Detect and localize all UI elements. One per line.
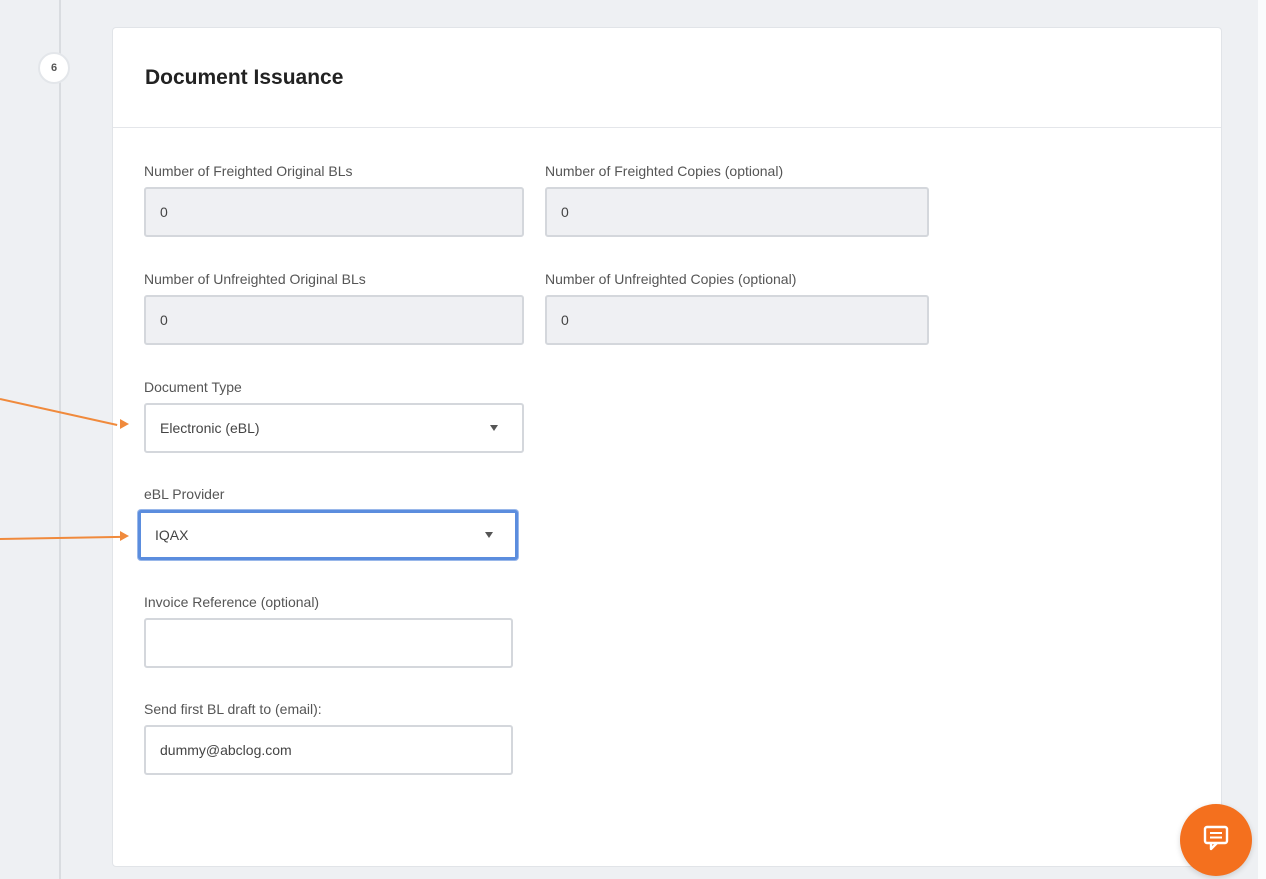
card-header: Document Issuance: [113, 28, 1221, 128]
chat-icon: [1201, 823, 1231, 858]
page-edge: [1258, 0, 1266, 879]
invoice-reference-input[interactable]: [144, 618, 513, 668]
field-label: eBL Provider: [144, 486, 225, 502]
field-label: Document Type: [144, 379, 242, 395]
field-label: Number of Unfreighted Copies (optional): [545, 271, 797, 287]
input-value: 0: [160, 312, 168, 328]
freighted-copies-field: Number of Freighted Copies (optional) 0: [545, 163, 929, 237]
field-label: Number of Freighted Original BLs: [144, 163, 353, 179]
field-label: Number of Unfreighted Original BLs: [144, 271, 366, 287]
ebl-provider-select[interactable]: IQAX: [138, 510, 518, 560]
timeline-line: [59, 0, 61, 879]
field-label: Invoice Reference (optional): [144, 594, 320, 610]
unfreighted-originals-field: Number of Unfreighted Original BLs 0: [144, 271, 524, 345]
unfreighted-copies-input[interactable]: 0: [545, 295, 929, 345]
draft-email-field: Send first BL draft to (email): dummy@ab…: [144, 701, 513, 775]
select-value: IQAX: [155, 527, 189, 543]
annotation-arrow-head: [120, 531, 129, 541]
chevron-down-icon: [490, 425, 498, 431]
freighted-originals-field: Number of Freighted Original BLs 0: [144, 163, 524, 237]
input-value: 0: [561, 204, 569, 220]
invoice-reference-field: Invoice Reference (optional): [144, 594, 513, 668]
draft-email-input[interactable]: dummy@abclog.com: [144, 725, 513, 775]
select-value: Electronic (eBL): [160, 420, 260, 436]
document-issuance-card: Document Issuance Number of Freighted Or…: [112, 27, 1222, 867]
input-value: dummy@abclog.com: [160, 742, 292, 758]
unfreighted-originals-input[interactable]: 0: [144, 295, 524, 345]
chat-button[interactable]: [1180, 804, 1252, 876]
card-title: Document Issuance: [145, 66, 344, 89]
unfreighted-copies-field: Number of Unfreighted Copies (optional) …: [545, 271, 929, 345]
chevron-down-icon: [485, 532, 493, 538]
step-number-badge: 6: [38, 52, 70, 84]
ebl-provider-field: eBL Provider IQAX: [138, 486, 518, 560]
field-label: Number of Freighted Copies (optional): [545, 163, 784, 179]
freighted-copies-input[interactable]: 0: [545, 187, 929, 237]
input-value: 0: [160, 204, 168, 220]
field-label: Send first BL draft to (email):: [144, 701, 322, 717]
annotation-arrow-head: [120, 419, 129, 429]
document-type-select[interactable]: Electronic (eBL): [144, 403, 524, 453]
document-type-field: Document Type Electronic (eBL): [144, 379, 524, 453]
freighted-originals-input[interactable]: 0: [144, 187, 524, 237]
input-value: 0: [561, 312, 569, 328]
